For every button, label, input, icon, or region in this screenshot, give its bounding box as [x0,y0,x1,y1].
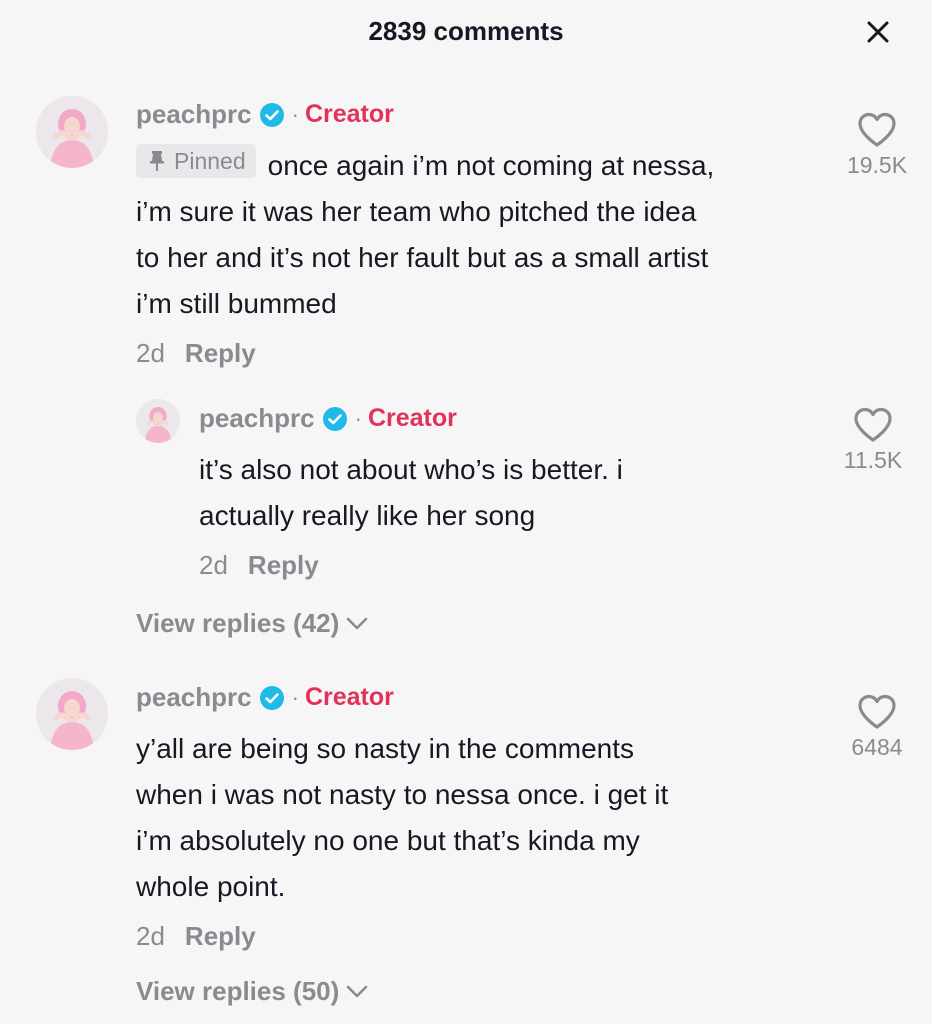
creator-label: Creator [304,683,394,711]
comment-time: 2d [199,550,228,580]
pin-icon [150,151,164,171]
reply-button[interactable]: Reply [185,338,256,369]
heart-icon[interactable] [857,112,897,148]
pinned-badge: Pinned [136,144,256,178]
view-replies-button[interactable]: View replies (50) [136,976,369,1007]
comment-text: y’all are being so nasty in the comments… [136,733,669,902]
chevron-down-icon [346,985,368,997]
creator-label: Creator [304,100,394,128]
like-count: 6484 [851,734,903,760]
like-area: 6484 [822,694,932,761]
like-count: 19.5K [846,152,908,178]
separator-dot: · [354,405,362,431]
avatar[interactable] [36,678,108,750]
verified-badge-icon [259,102,284,127]
pinned-label: Pinned [174,148,246,174]
separator-dot: · [291,101,299,127]
view-replies-label: View replies (42) [136,608,340,638]
chevron-down-icon [346,617,368,629]
heart-icon[interactable] [857,694,897,730]
comment-time: 2d [136,338,165,368]
username[interactable]: peachprc [136,99,252,130]
like-count: 11.5K [843,447,903,473]
comments-header: 2839 comments [0,0,932,66]
comment-text: it’s also not about who’s is better. i a… [199,454,623,531]
heart-icon[interactable] [853,407,893,443]
reply-button[interactable]: Reply [248,550,319,581]
comment-actions: 2d Reply [199,550,319,581]
view-replies-label: View replies (50) [136,976,340,1006]
comment-actions: 2d Reply [136,921,256,952]
username[interactable]: peachprc [136,682,252,713]
avatar[interactable] [136,399,180,443]
comment-meta: peachprc · Creator [136,99,394,130]
comment-body: Pinned once again i’m not coming at nessa… [136,143,836,327]
like-area: 11.5K [818,407,928,474]
verified-badge-icon [322,406,347,431]
like-area: 19.5K [822,112,932,179]
username[interactable]: peachprc [199,403,315,434]
creator-label: Creator [367,404,457,432]
view-replies-button[interactable]: View replies (42) [136,608,369,639]
reply-button[interactable]: Reply [185,921,256,952]
avatar[interactable] [36,96,108,168]
comment-time: 2d [136,921,165,951]
comment-meta: peachprc · Creator [136,682,394,713]
comment-body: y’all are being so nasty in the comments… [136,726,816,910]
close-icon [867,21,889,43]
verified-badge-icon [259,685,284,710]
close-button[interactable] [864,18,892,46]
comment-body: it’s also not about who’s is better. i a… [199,447,799,539]
separator-dot: · [291,684,299,710]
comments-count-title: 2839 comments [368,16,564,46]
comment-actions: 2d Reply [136,338,256,369]
comment-meta: peachprc · Creator [199,403,457,434]
